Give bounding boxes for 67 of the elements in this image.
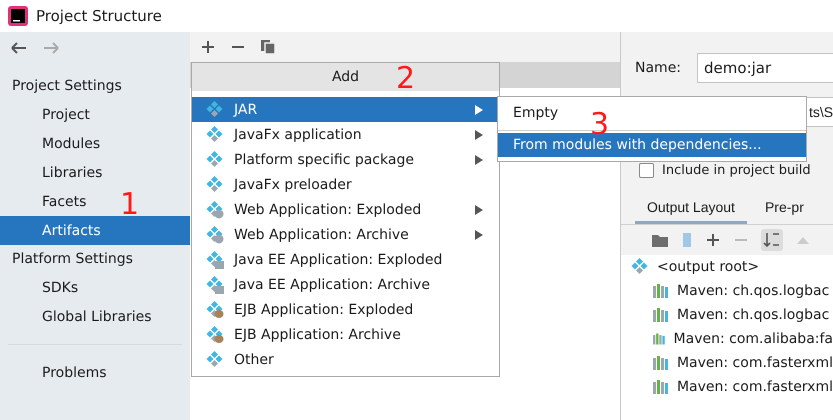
menu-item[interactable]: From modules with dependencies...: [498, 133, 806, 157]
submenu-arrow-icon: [475, 230, 483, 240]
name-field[interactable]: demo:jar: [697, 53, 833, 83]
app-logo-icon: [8, 6, 28, 26]
menu-item[interactable]: EJB Application: Exploded: [192, 297, 499, 322]
bean-icon: [206, 300, 224, 318]
menu-item[interactable]: JavaFx application: [192, 122, 499, 147]
globe-icon: [206, 226, 224, 244]
tree-item[interactable]: <output root>: [657, 259, 760, 275]
tab[interactable]: Output Layout: [635, 199, 747, 224]
output-directory-field[interactable]: ts\S: [807, 97, 833, 127]
menu-item[interactable]: Empty: [513, 101, 558, 125]
tab[interactable]: Pre-pr: [752, 199, 816, 224]
library-icon: [653, 356, 669, 370]
library-icon: [653, 332, 666, 346]
annotation-number: 2: [396, 64, 416, 94]
diamond-icon: [206, 150, 224, 168]
sidebar-item[interactable]: Modules: [42, 129, 100, 158]
library-icon: [653, 284, 669, 298]
menu-item[interactable]: Other: [192, 347, 499, 372]
tree-item[interactable]: Maven: com.alibaba:fa: [674, 331, 833, 347]
add-icon[interactable]: [705, 232, 721, 248]
new-folder-icon[interactable]: [651, 232, 669, 248]
submenu-arrow-icon: [475, 104, 483, 114]
menu-item[interactable]: JavaFx preloader: [192, 172, 499, 197]
tree-item[interactable]: Maven: ch.qos.logbac: [677, 307, 830, 323]
sidebar-item[interactable]: Artifacts: [0, 216, 190, 245]
menu-item[interactable]: EJB Application: Archive: [192, 322, 499, 347]
checkbox[interactable]: [639, 162, 654, 178]
section-title: Platform Settings: [11, 250, 134, 269]
submenu-arrow-icon: [475, 130, 483, 140]
submenu-arrow-icon: [475, 154, 483, 164]
name-label: Name:: [635, 60, 682, 76]
sidebar-item[interactable]: Libraries: [42, 158, 102, 187]
tree-item[interactable]: Maven: com.fasterxml: [676, 355, 833, 371]
submenu-arrow-icon: [475, 204, 483, 214]
menu-item[interactable]: Java EE Application: Archive: [192, 272, 499, 297]
copy-icon[interactable]: [260, 39, 276, 55]
bean-icon: [206, 326, 224, 344]
section-title: Project Settings: [11, 77, 123, 96]
globe-icon: [206, 200, 224, 218]
menu-item[interactable]: Web Application: Archive: [192, 222, 499, 247]
tree-item[interactable]: Maven: ch.qos.logbac: [677, 283, 830, 299]
tree-item[interactable]: Maven: com.fasterxml: [676, 379, 833, 395]
library-icon: [653, 308, 669, 322]
package-icon: [206, 276, 224, 294]
window-title: Project Structure: [36, 7, 162, 25]
menu-item[interactable]: Java EE Application: Exploded: [192, 247, 499, 272]
diamond-icon: [206, 350, 224, 368]
back-arrow-icon[interactable]: [10, 40, 28, 56]
sidebar-item[interactable]: Project: [42, 100, 90, 129]
menu-item[interactable]: Platform specific package: [192, 147, 499, 172]
package-icon: [206, 250, 224, 268]
diamond-icon: [206, 176, 224, 194]
diamond-icon: [206, 100, 224, 118]
sidebar-item[interactable]: SDKs: [42, 273, 78, 302]
menu-item[interactable]: Web Application: Exploded: [192, 197, 499, 222]
checkbox-label: Include in project build: [662, 162, 811, 178]
diamond-icon: [631, 258, 649, 276]
diamond-icon: [206, 126, 224, 144]
sidebar-item[interactable]: Problems: [42, 358, 107, 387]
sidebar-item[interactable]: Facets: [42, 187, 86, 216]
menu-item[interactable]: JAR: [192, 97, 499, 122]
library-icon: [653, 380, 669, 394]
sidebar-item[interactable]: Global Libraries: [42, 302, 152, 331]
sort-icon[interactable]: [761, 229, 783, 251]
add-icon[interactable]: [200, 39, 216, 55]
